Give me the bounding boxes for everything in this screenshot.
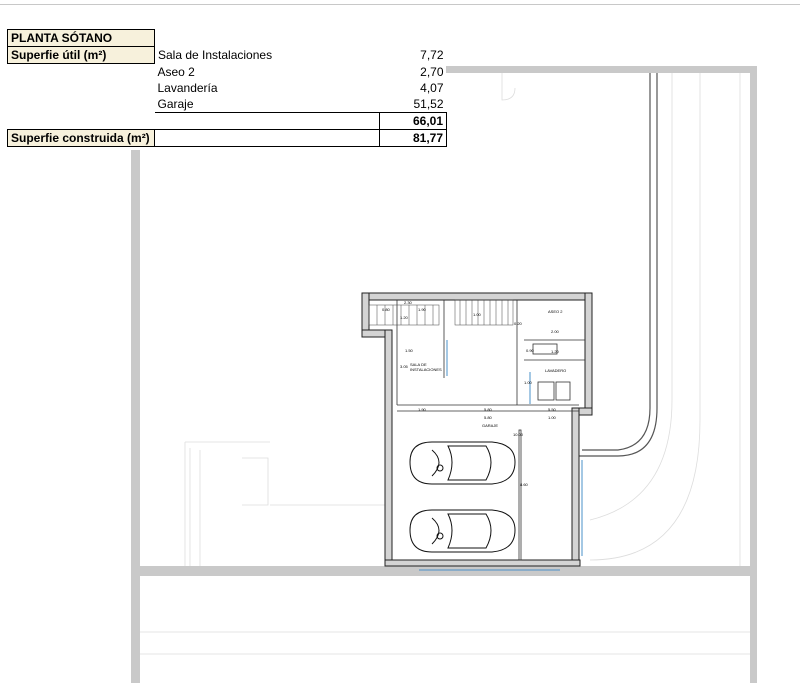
dim-label: 0.90 [526, 348, 535, 353]
table-row: 66,01 [8, 112, 447, 130]
table-row: Aseo 2 2,70 [8, 64, 447, 81]
dim-label: 8.60 [520, 482, 529, 487]
dim-label: 1.00 [524, 380, 533, 385]
superficie-construida-label: Superfie construida (m²) [7, 129, 155, 147]
room-area: 4,07 [420, 81, 444, 95]
dim-label: 0.80 [382, 307, 391, 312]
room-name: Lavandería [157, 81, 218, 95]
room-label-garaje: GARAJE [482, 423, 498, 428]
car-icon-1 [409, 441, 516, 485]
room-label-lavadero: LAVADERO [545, 368, 566, 373]
table-row: Garaje 51,52 [8, 96, 447, 113]
room-name: Sala de Instalaciones [158, 48, 273, 62]
room-area: 2,70 [420, 64, 444, 79]
dim-label: 3.05 [400, 364, 409, 369]
dim-label: 5.50 [548, 407, 557, 412]
dim-label: 1.90 [418, 407, 427, 412]
table-row: PLANTA SÓTANO [7, 29, 447, 47]
table-row: Superfie útil (m²) Sala de Instalaciones… [7, 46, 447, 64]
dim-label: 1.00 [473, 312, 482, 317]
dim-label: 1.00 [548, 415, 557, 420]
table-title: PLANTA SÓTANO [7, 29, 155, 47]
room-name: Aseo 2 [157, 64, 195, 79]
dim-label: 2.00 [551, 329, 560, 334]
car-icon-2 [409, 509, 516, 553]
dim-label: 1.90 [418, 307, 427, 312]
room-name: Garaje [157, 97, 194, 111]
dim-label: 1.50 [405, 348, 414, 353]
superficie-util-label: Superfie útil (m²) [7, 46, 155, 64]
room-label-sala-2: INSTALACIONES [410, 367, 442, 372]
room-label-aseo: ASEO 2 [548, 309, 563, 314]
surface-area-table: PLANTA SÓTANO Superfie útil (m²) Sala de… [7, 29, 447, 147]
dim-label: 5.80 [484, 407, 493, 412]
staircase [368, 299, 514, 326]
dim-label: 2.30 [404, 300, 413, 305]
dim-label: 1.20 [551, 349, 560, 354]
dim-label: 5.80 [484, 415, 493, 420]
subtotal-value: 66,01 [379, 112, 447, 130]
room-area: 7,72 [420, 48, 444, 62]
dim-label: 0.20 [514, 321, 523, 326]
superficie-construida-value: 81,77 [379, 129, 447, 147]
dim-label: 10.00 [513, 432, 524, 437]
dim-label: 1.20 [400, 315, 409, 320]
room-area: 51,52 [413, 97, 444, 111]
table-row: Superfie construida (m²) 81,77 [7, 129, 447, 147]
table-row: Lavandería 4,07 [8, 80, 447, 96]
